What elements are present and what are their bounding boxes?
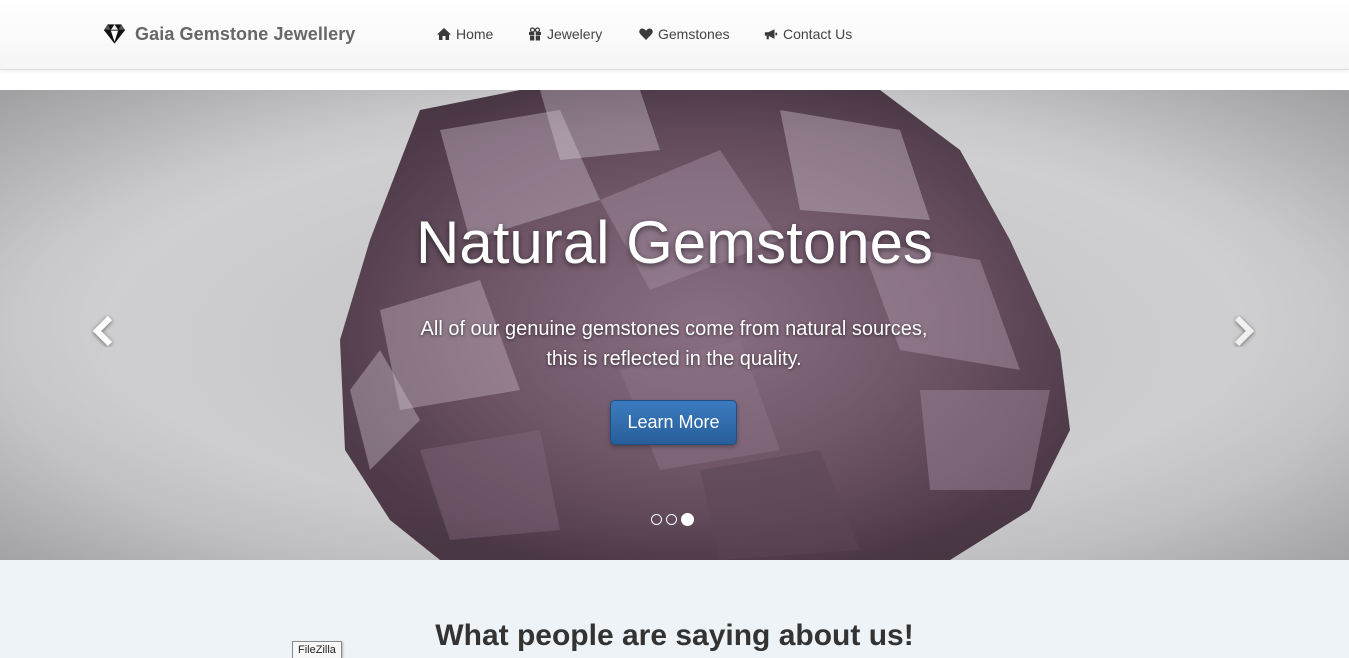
nav-gemstones[interactable]: Gemstones — [639, 24, 730, 44]
nav-jewelery-label: Jewelery — [547, 26, 603, 42]
bullhorn-icon — [764, 29, 778, 40]
heart-icon — [639, 28, 653, 40]
testimonials-section: What people are saying about us! — [0, 560, 1349, 658]
hero-carousel: Natural Gemstones All of our genuine gem… — [0, 90, 1349, 560]
navbar: Gaia Gemstone Jewellery Home Jewelery Ge… — [0, 0, 1349, 70]
carousel-next-button[interactable] — [1232, 315, 1256, 347]
brand-link[interactable]: Gaia Gemstone Jewellery — [103, 22, 355, 46]
diamond-icon — [103, 24, 126, 44]
nav-jewelery[interactable]: Jewelery — [528, 24, 602, 44]
nav-gemstones-label: Gemstones — [658, 26, 730, 42]
slide-description: All of our genuine gemstones come from n… — [374, 314, 974, 374]
carousel-caption: Natural Gemstones All of our genuine gem… — [0, 90, 1349, 560]
nav-home-label: Home — [456, 26, 494, 42]
nav-contact-label: Contact Us — [783, 26, 853, 42]
testimonials-title: What people are saying about us! — [435, 619, 914, 652]
carousel-indicator-2[interactable] — [666, 513, 677, 525]
filezilla-tooltip: FileZilla — [292, 641, 342, 658]
slide-description-line2: this is reflected in the quality. — [546, 348, 802, 370]
learn-more-button[interactable]: Learn More — [610, 400, 737, 445]
home-icon — [437, 28, 451, 40]
carousel-indicators — [651, 512, 694, 526]
gift-icon — [529, 27, 541, 41]
carousel-prev-button[interactable] — [91, 315, 115, 347]
slide-description-line1: All of our genuine gemstones come from n… — [420, 318, 928, 340]
slide-title: Natural Gemstones — [416, 209, 933, 276]
nav-contact[interactable]: Contact Us — [764, 24, 852, 44]
brand-name: Gaia Gemstone Jewellery — [135, 23, 356, 44]
carousel-indicator-1[interactable] — [651, 513, 662, 525]
nav-home[interactable]: Home — [437, 24, 493, 44]
chevron-left-icon — [92, 315, 113, 347]
chevron-right-icon — [1234, 315, 1255, 347]
carousel-indicator-3[interactable] — [681, 512, 694, 526]
